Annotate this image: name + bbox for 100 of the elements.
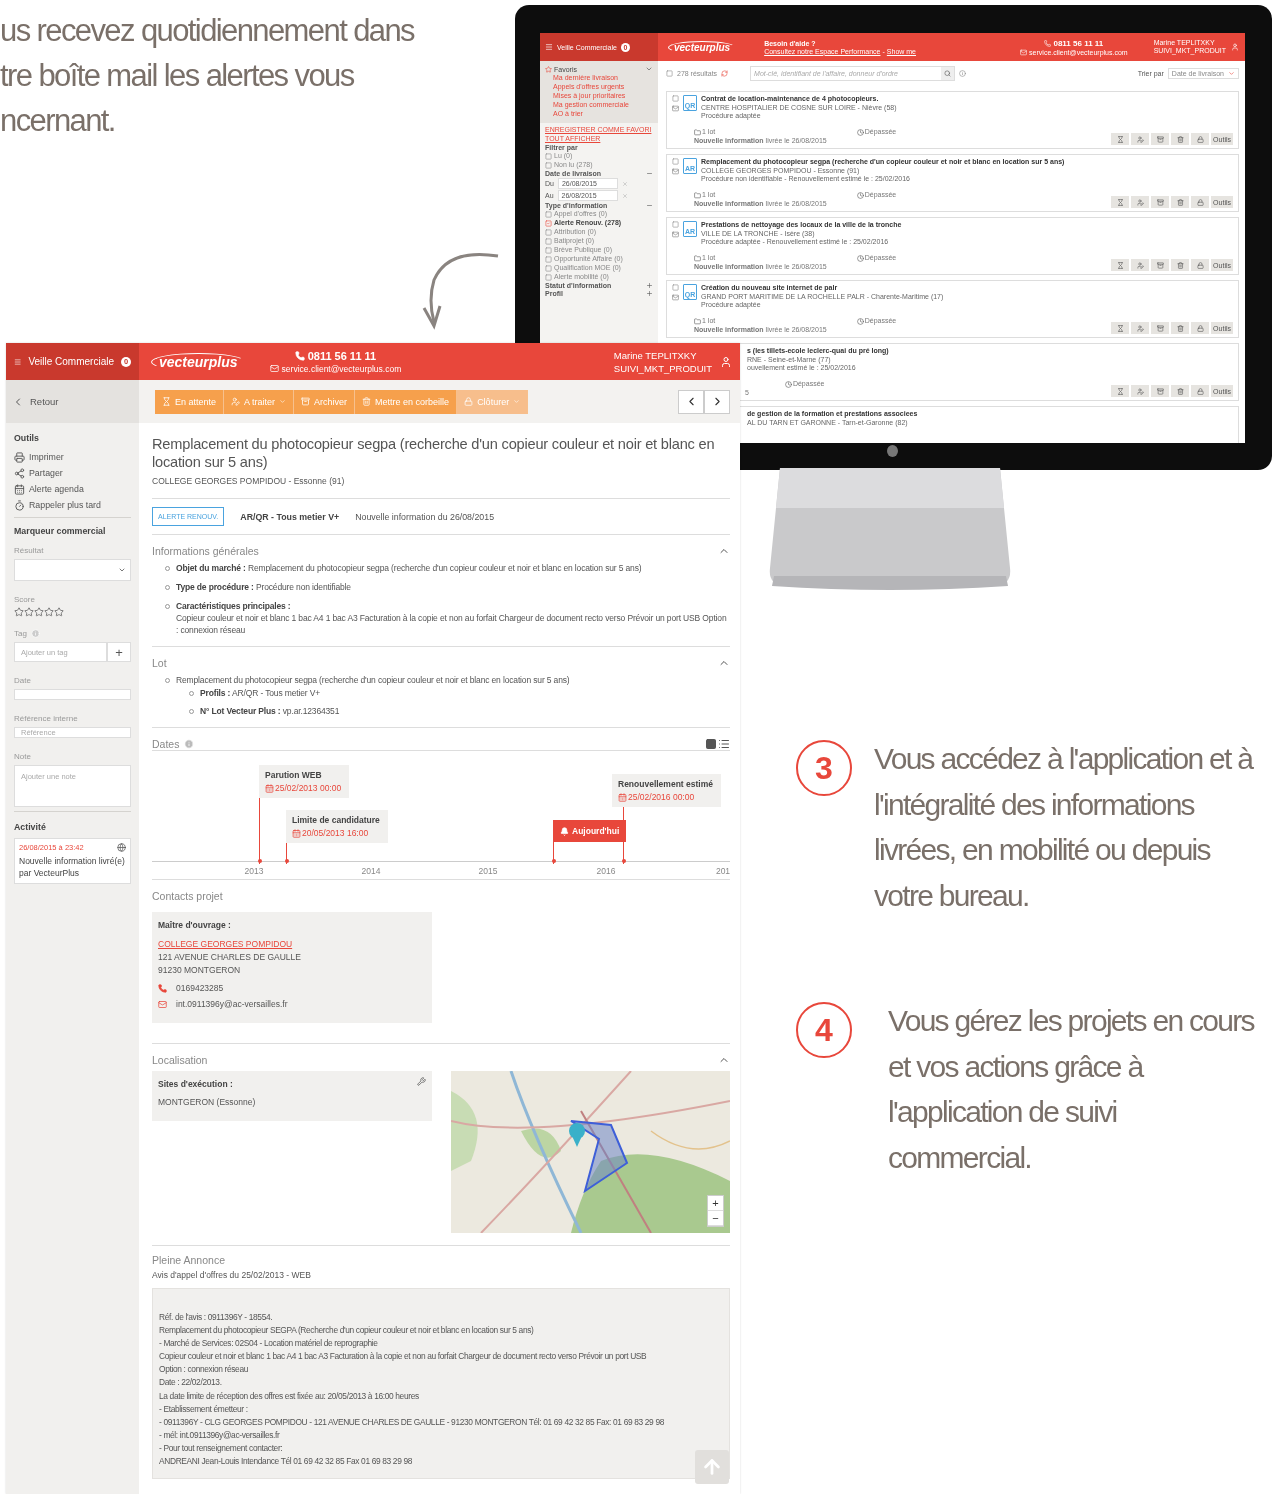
page-subtitle: COLLEGE GEORGES POMPIDOU - Essonne (91) [152,476,346,486]
section-title: Lot [152,657,167,669]
info-item: Objet du marché : Remplacement du photocopieur segpa (recherche d'un copieur couleur et noir et blanc en location sur 5 ans) [165,562,730,574]
calendar-icon [265,783,274,793]
close-button[interactable] [1191,385,1210,397]
user-icon [231,397,241,406]
archive-button[interactable] [1151,385,1170,397]
refresh-icon[interactable] [721,69,729,77]
address-line: 91230 MONTGERON [158,965,242,975]
logo: vecteurplus [151,352,246,371]
checkbox[interactable] [672,284,679,291]
trash-button[interactable] [1171,322,1190,334]
lot-detail: N° Lot Vecteur Plus : vp.ar.12364351 [189,705,730,717]
wrench-icon[interactable] [417,1077,426,1086]
trash-button[interactable] [1171,196,1190,208]
event-card: Parution WEB 25/02/2013 00:00 [259,765,350,798]
grid-view-icon[interactable] [705,738,717,750]
mail-icon [672,168,679,175]
bell-icon [560,826,569,836]
archive-button[interactable] [1151,133,1170,145]
step-text: Vous gérez les projets en cours et vos actions grâce à l'application de suivi commercial. [888,1003,1254,1176]
tool-link[interactable]: Partager [14,465,131,481]
hourglass-icon [1116,261,1124,269]
close-button[interactable] [1191,133,1210,145]
close-button[interactable] [1191,196,1210,208]
logo: vecteurplus [668,40,737,54]
event-dot [257,859,262,863]
wait-button[interactable] [1111,385,1130,397]
address-line: 121 AVENUE CHARLES DE GAULLE [158,952,302,962]
checkbox[interactable] [672,221,679,228]
trash-icon [1176,135,1184,143]
year-label: 201 [715,866,731,876]
archive-button[interactable] [1151,196,1170,208]
tag-label: Tag [14,629,27,638]
section-title: Contacts projet [152,890,223,902]
date-label: Date [14,676,32,685]
tool-link[interactable]: Alerte agenda [14,481,131,497]
lock-icon [1196,198,1204,206]
chevron-icon[interactable] [645,65,653,73]
user-icon[interactable] [720,355,732,368]
profile-text: AR/QR - Tous metier V+ [240,511,340,522]
stopwatch-icon [14,499,25,511]
tool-link[interactable]: Rappeler plus tard [14,497,131,513]
activity-title: Activité [14,822,47,832]
close-button[interactable] [1191,259,1210,271]
globe-icon [117,843,126,852]
user-icon[interactable] [1231,43,1239,51]
trash-button[interactable] [1171,385,1190,397]
mail-icon [672,294,679,301]
wait-button[interactable] [1111,196,1130,208]
logo-icon [887,445,898,457]
assign-button[interactable] [1131,133,1150,145]
archive-button[interactable] [1151,259,1170,271]
wait-button[interactable] [1111,322,1130,334]
clock-icon [856,317,864,325]
list-view-icon[interactable] [718,738,730,750]
add-tag-button[interactable]: + [107,642,131,662]
trash-icon [1176,387,1184,395]
section-title: Dates [152,738,180,750]
trash-icon [1176,261,1184,269]
folder-icon [694,317,701,325]
archive-icon [301,397,311,406]
checkbox[interactable] [672,95,679,102]
wait-button[interactable] [1111,259,1130,271]
caret-icon [1228,69,1235,77]
previous-button[interactable] [678,389,704,414]
date-field[interactable] [14,689,131,700]
assign-button[interactable] [1131,385,1150,397]
zoom-out-button[interactable]: − [708,1211,723,1226]
reference-label: Référence interne [14,714,79,723]
checkbox[interactable] [666,69,673,77]
assign-button[interactable] [1131,322,1150,334]
archive-button[interactable] [1151,322,1170,334]
back-button[interactable]: Retour [6,380,139,423]
phone-icon [1044,39,1052,47]
organization-link[interactable]: COLLEGE GEORGES POMPIDOU [158,939,426,949]
wait-button[interactable] [1111,133,1130,145]
tool-link[interactable]: Imprimer [14,449,131,465]
menu-icon[interactable] [545,43,553,51]
trash-button[interactable] [1171,133,1190,145]
assign-button[interactable] [1131,259,1150,271]
close-button[interactable] [1191,322,1210,334]
note-label: Note [14,752,32,761]
trash-icon [362,397,372,406]
expand-icon[interactable] [646,290,653,297]
search-icon[interactable] [944,69,952,77]
folder-icon [694,254,701,262]
trash-button[interactable] [1171,259,1190,271]
collapse-icon[interactable] [646,170,653,177]
star-rating[interactable] [14,607,64,617]
menu-title[interactable]: Veille Commerciale [28,356,114,367]
year-label: 2016 [596,866,616,876]
checkbox[interactable] [672,158,679,165]
zoom-in-button[interactable]: + [708,1196,723,1211]
expand-icon[interactable] [646,282,653,289]
trash-icon [1176,324,1184,332]
next-button[interactable] [704,389,730,414]
printer-icon [14,451,25,463]
assign-button[interactable] [1131,196,1150,208]
collapse-icon[interactable] [646,202,653,209]
